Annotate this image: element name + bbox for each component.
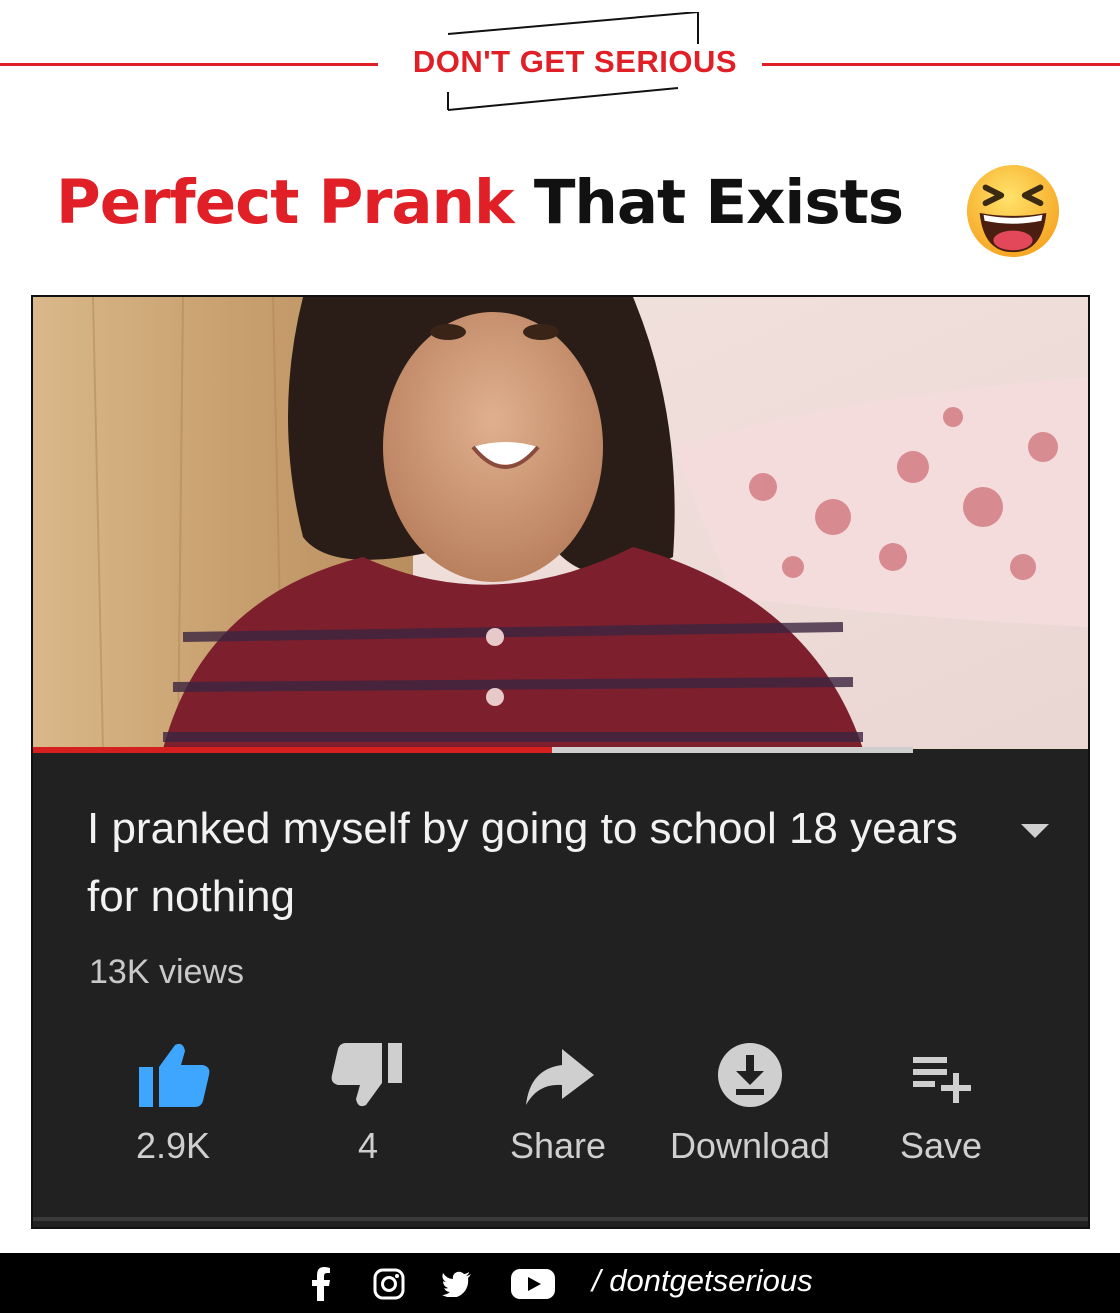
share-arrow-icon bbox=[526, 1049, 594, 1105]
download-icon bbox=[718, 1043, 782, 1107]
social-handle[interactable]: / dontgetserious bbox=[592, 1263, 813, 1299]
video-progress-bar[interactable] bbox=[33, 747, 913, 753]
youtube-icon[interactable] bbox=[508, 1267, 558, 1301]
download-button[interactable]: Download bbox=[650, 1031, 850, 1181]
thumbs-up-icon bbox=[139, 1043, 210, 1107]
view-count: 13K views bbox=[89, 953, 244, 991]
headline-red: Perfect Prank bbox=[56, 167, 515, 238]
video-title: I pranked myself by going to school 18 y… bbox=[87, 804, 958, 921]
share-button[interactable]: Share bbox=[458, 1031, 658, 1181]
headline-black: That Exists bbox=[513, 167, 904, 238]
video-card: I pranked myself by going to school 18 y… bbox=[31, 295, 1090, 1229]
save-label: Save bbox=[899, 1125, 983, 1166]
card-divider bbox=[33, 1217, 1088, 1221]
save-playlist-icon bbox=[913, 1057, 971, 1103]
header-rule-right bbox=[762, 63, 1120, 66]
thumbs-down-icon bbox=[331, 1043, 402, 1107]
headline: Perfect Prank That Exists bbox=[56, 172, 904, 233]
laughing-emoji-icon bbox=[966, 164, 1060, 258]
footer-bar: / dontgetserious bbox=[0, 1253, 1120, 1313]
facebook-icon[interactable] bbox=[306, 1267, 336, 1301]
brand-logo-text: DON'T GET SERIOUS bbox=[388, 44, 762, 80]
video-thumbnail[interactable] bbox=[33, 297, 1088, 749]
save-button[interactable]: Save bbox=[841, 1031, 1041, 1181]
video-progress-played bbox=[33, 747, 553, 753]
header-rule-left bbox=[0, 63, 378, 66]
twitter-icon[interactable] bbox=[440, 1267, 474, 1301]
like-button[interactable]: 2.9K bbox=[73, 1031, 273, 1181]
expand-description-icon[interactable] bbox=[1019, 821, 1051, 841]
instagram-icon[interactable] bbox=[372, 1267, 406, 1301]
